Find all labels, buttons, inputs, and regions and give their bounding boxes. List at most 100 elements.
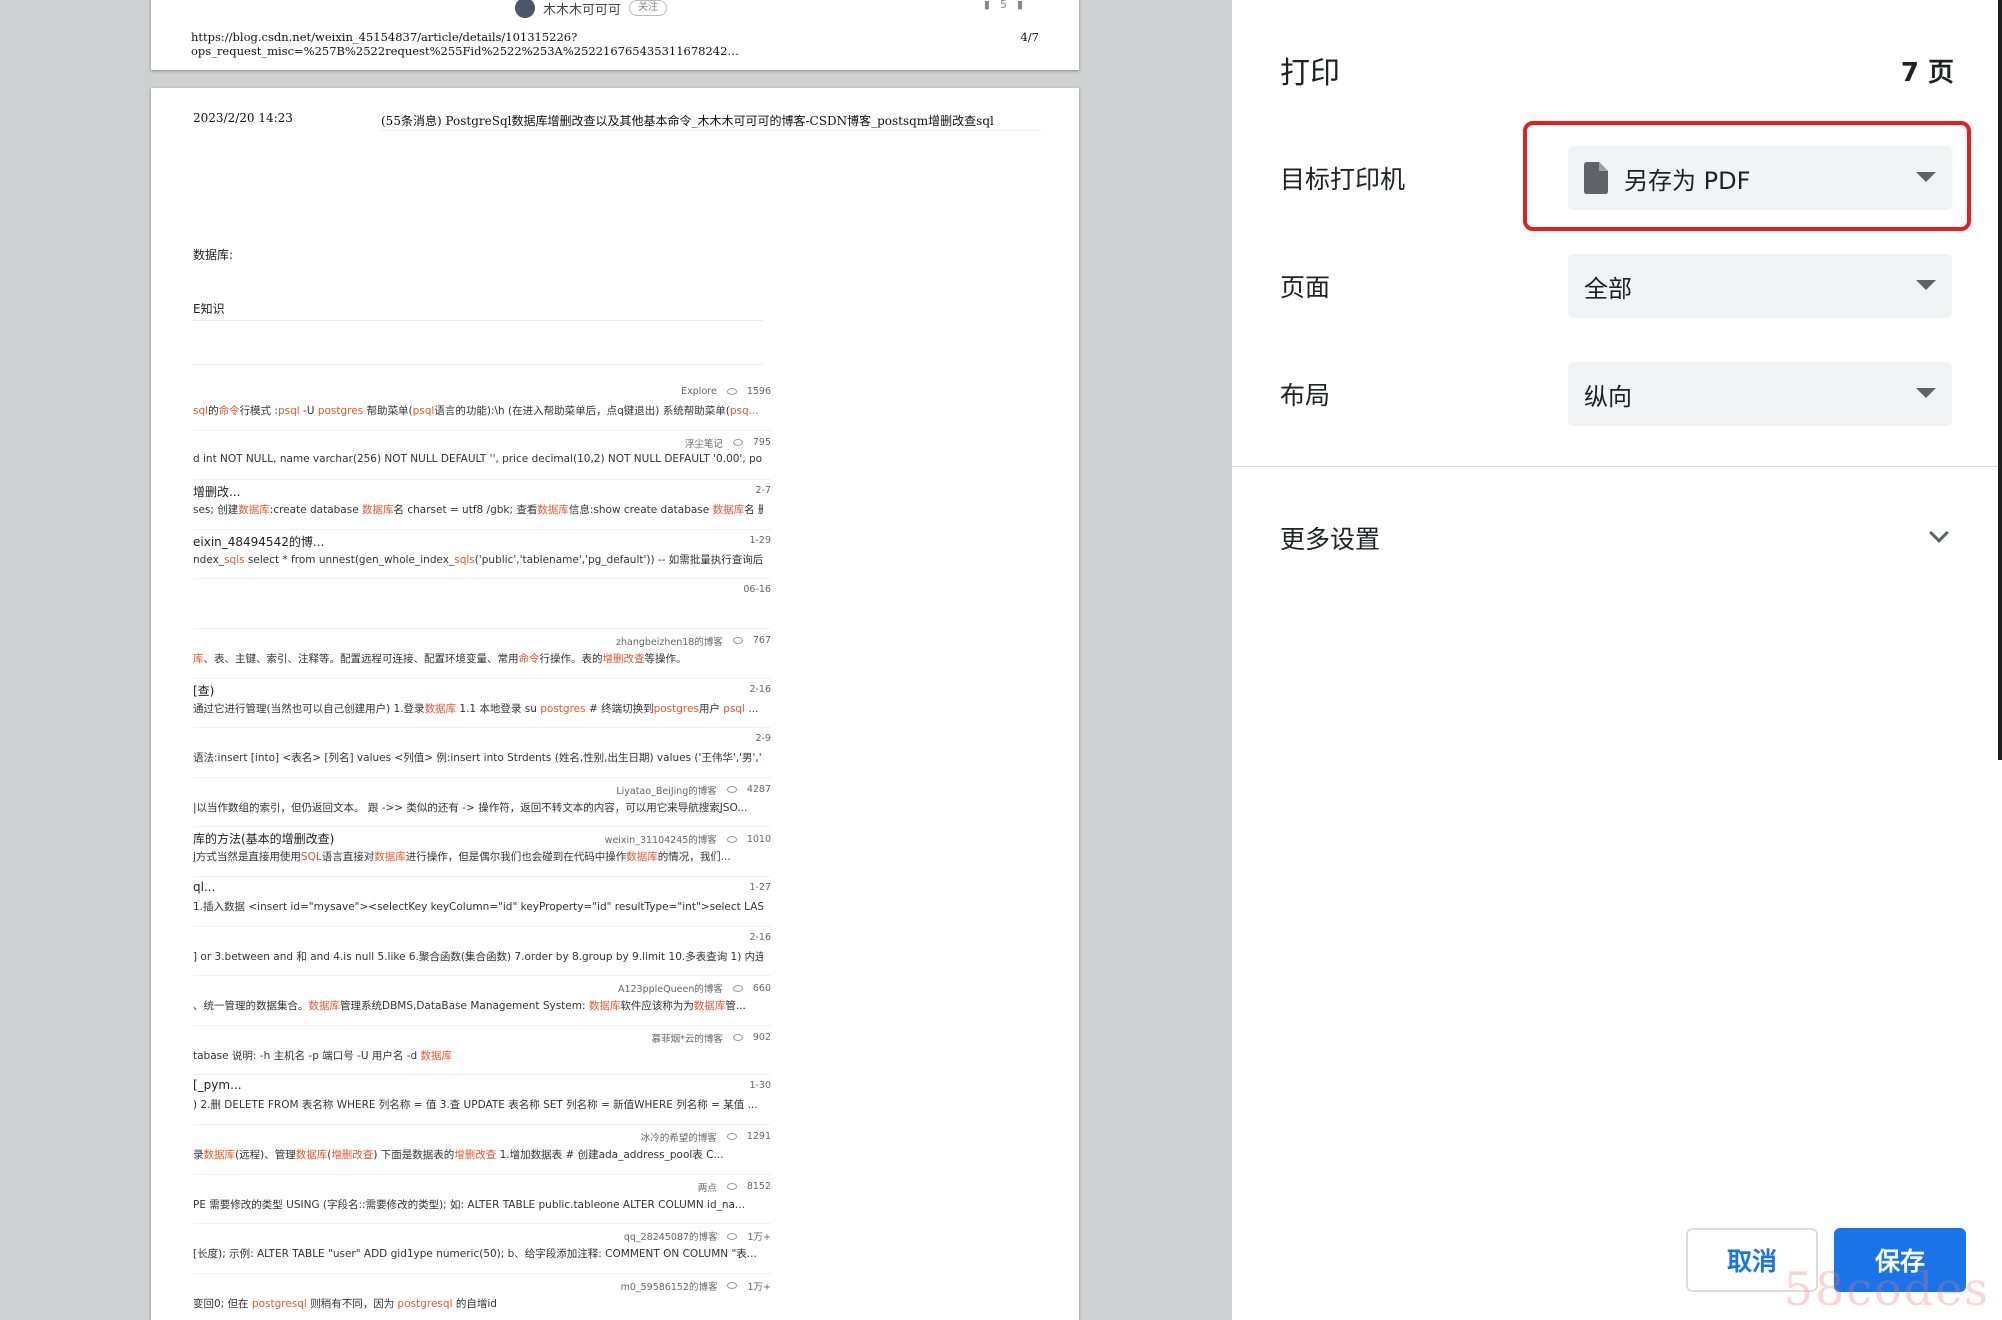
result-source: Explore: [681, 386, 717, 397]
snippet-segment: 的: [208, 405, 219, 417]
result-snippet: tabase 说明: -h 主机名 -p 端口号 -U 用户名 -d 数据库: [193, 1048, 763, 1063]
result-snippet: sql的命令行模式 :psql -U postgres 帮助菜单(psql语言的…: [193, 403, 763, 418]
snippet-segment: 数据库: [588, 1000, 621, 1013]
snippet-segment: ] or 3.between and 和 and 4.is null 5.lik…: [193, 950, 763, 963]
result-source: m0_59586152的博客: [620, 1281, 718, 1293]
result-snippet: 通过它进行管理(当然也可以自己创建用户) 1.登录数据库 1.1 本地登录 su…: [193, 701, 763, 716]
prev-page-icons: ▮ 5 ▮: [984, 0, 1023, 11]
result-count: 2-16: [749, 931, 771, 943]
result-snippet: 1.插入数据 <insert id="mysave"><selectKey ke…: [193, 899, 763, 914]
pages-select[interactable]: 全部: [1568, 254, 1952, 318]
snippet-segment: 1.增加数据表 # 创建ada_address_pool表 C...: [496, 1148, 724, 1161]
annotation-highlight-box: [1523, 121, 1971, 231]
snippet-segment: 管理系统DBMS,DataBase Management System:: [340, 1000, 589, 1013]
snippet-segment: 库: [193, 652, 204, 665]
watermark: 58codes: [1783, 1262, 1990, 1316]
result-meta: 1-27: [739, 882, 771, 893]
result-item: 2-16 ] or 3.between and 和 and 4.is null 5…: [193, 927, 771, 977]
result-snippet: j方式当然是直接用使用SQL语言直接对数据库进行操作，但是偶尔我们也会碰到在代码…: [193, 849, 763, 864]
layout-select[interactable]: 纵向: [1568, 362, 1952, 426]
author-name: 木木木可可可: [543, 2, 622, 18]
panel-title: 打印: [1280, 56, 1340, 91]
snippet-segment: 行模式 :: [239, 405, 278, 417]
result-meta: 冰冷的希望的博客 1291: [641, 1130, 771, 1144]
snippet-segment: 数据库: [712, 504, 745, 517]
result-snippet: d int NOT NULL, name varchar(256) NOT NU…: [193, 453, 763, 465]
result-title: [查): [193, 683, 215, 698]
result-title: [_pym...: [193, 1078, 242, 1093]
dropdown-arrow-icon: [1916, 280, 1936, 290]
snippet-segment: 进行操作，但是偶尔我们也会碰到在代码中操作: [405, 851, 627, 864]
prev-page-author: 木木木可可可 关注: [515, 0, 668, 18]
snippet-segment: 行操作。表的: [539, 652, 603, 665]
chevron-down-icon[interactable]: [1929, 523, 1949, 543]
result-title: 增删改...: [193, 485, 241, 500]
result-count: 660: [752, 982, 771, 994]
snippet-segment: 语言的功能):\h (在进入帮助菜单后，点q键退出) 系统帮助菜单(: [434, 405, 730, 417]
view-count-icon: [726, 835, 737, 843]
snippet-segment: 信息:show create database: [568, 504, 713, 517]
snippet-segment: 软件应该称为为: [620, 1000, 694, 1013]
preview-page-current: 2023/2/20 14:23 (55条消息) PostgreSql数据库增删改…: [151, 88, 1079, 1320]
comment-icon: ▮: [983, 0, 990, 11]
snippet-segment: [长度); 示例: ALTER TABLE "user" ADD gid1ype…: [193, 1248, 757, 1261]
result-count: 1291: [746, 1131, 771, 1143]
result-count: 1万+: [747, 1232, 771, 1244]
snippet-segment: 管...: [725, 1000, 746, 1013]
result-item: 库的方法(基本的增删改查) weixin_31104245的博客 1010 j方式当然…: [193, 827, 771, 877]
snippet-segment: 名 charset = utf8 /gbk; 查看: [393, 504, 538, 517]
result-item: [查) 2-16 通过它进行管理(当然也可以自己创建用户) 1.登录数据库 1.1 …: [193, 679, 771, 729]
result-meta: 浮尘笔记 795: [685, 436, 771, 450]
print-preview[interactable]: 木木木可可可 关注 ▮ 5 ▮ https://blog.csdn.net/we…: [0, 0, 1232, 1320]
view-count-icon: [732, 1034, 743, 1042]
page-footer-number: 4/7: [1020, 30, 1039, 44]
result-count: 8152: [746, 1181, 771, 1192]
result-meta: 2-16: [739, 932, 771, 943]
result-meta: 两点 8152: [698, 1180, 771, 1194]
result-source: 慕菲烟*云的博客: [651, 1033, 723, 1045]
snippet-segment: select * from unnest(gen_whole_index_: [244, 553, 455, 566]
result-meta: zhangbeizhen18的博客 767: [616, 634, 771, 648]
snippet-segment: d int NOT NULL, name varchar(256) NOT NU…: [193, 452, 763, 465]
page-footer-url: https://blog.csdn.net/weixin_45154837/ar…: [191, 30, 739, 58]
snippet-segment: postgresql: [251, 1297, 307, 1310]
snippet-segment: ...: [745, 702, 759, 715]
snippet-segment: 语法:insert [into] <表名> [列名] values <列值> 例…: [193, 752, 763, 765]
result-item: 浮尘笔记 795 d int NOT NULL, name varchar(256)…: [193, 431, 771, 481]
result-meta: Liyatao_BeiJing的博客 4287: [616, 783, 771, 797]
pages-label: 页面: [1280, 273, 1331, 302]
page-header-title: (55条消息) PostgreSql数据库增删改查以及其他基本命令_木木木可可可…: [381, 114, 994, 128]
result-meta: 2-16: [739, 684, 771, 695]
result-count: 1596: [746, 386, 771, 397]
result-snippet: [长度); 示例: ALTER TABLE "user" ADD gid1ype…: [193, 1246, 763, 1261]
result-count: 1-29: [749, 534, 771, 546]
snippet-segment: 数据库: [203, 1148, 236, 1161]
layout-value: 纵向: [1584, 382, 1632, 411]
snippet-segment: 1.插入数据 <insert id="mysave"><selectKey ke…: [193, 900, 763, 913]
snippet-segment: ) 2.删 DELETE FROM 表名称 WHERE 列名称 = 值 3.查 …: [193, 1099, 758, 1112]
result-item: ql... 1-27 1.插入数据 <insert id="mysave"><se…: [193, 877, 771, 927]
snippet-segment: j方式当然是直接用使用: [193, 851, 301, 864]
snippet-segment: sql: [193, 405, 209, 417]
result-source: zhangbeizhen18的博客: [616, 636, 723, 648]
snippet-segment: 等操作。: [644, 652, 687, 665]
page-header-divider: [381, 130, 1041, 131]
snippet-segment: 、表、主键、索引、注释等。配置远程可连接、配置环境变量、常用: [203, 652, 519, 665]
result-meta: qq_28245087的博客 1万+: [624, 1229, 771, 1243]
snippet-segment: 数据库: [420, 1049, 452, 1062]
result-snippet: 录数据库(远程)、管理数据库(增删改查) 下面是数据表的增删改查 1.增加数据表…: [193, 1147, 763, 1162]
snippet-segment: 、统一管理的数据集合。: [193, 1000, 309, 1013]
snippet-segment: 数据库: [626, 851, 658, 864]
view-count-icon: [726, 388, 737, 395]
page-divider: [193, 364, 763, 365]
result-title: 库的方法(基本的增删改查): [193, 832, 335, 847]
result-count: 795: [752, 437, 771, 449]
result-source: 两点: [697, 1182, 717, 1194]
view-count-icon: [732, 984, 743, 992]
snippet-segment: 数据库: [308, 1000, 341, 1013]
result-item: 两点 8152 PE 需要修改的类型 USING (字段名::需要修改的类型); 如…: [193, 1175, 771, 1225]
result-count: 767: [752, 635, 771, 647]
more-settings-toggle[interactable]: 更多设置: [1280, 520, 1380, 556]
snippet-segment: (远程)、管理: [235, 1148, 296, 1161]
snippet-segment: psql: [723, 702, 746, 715]
